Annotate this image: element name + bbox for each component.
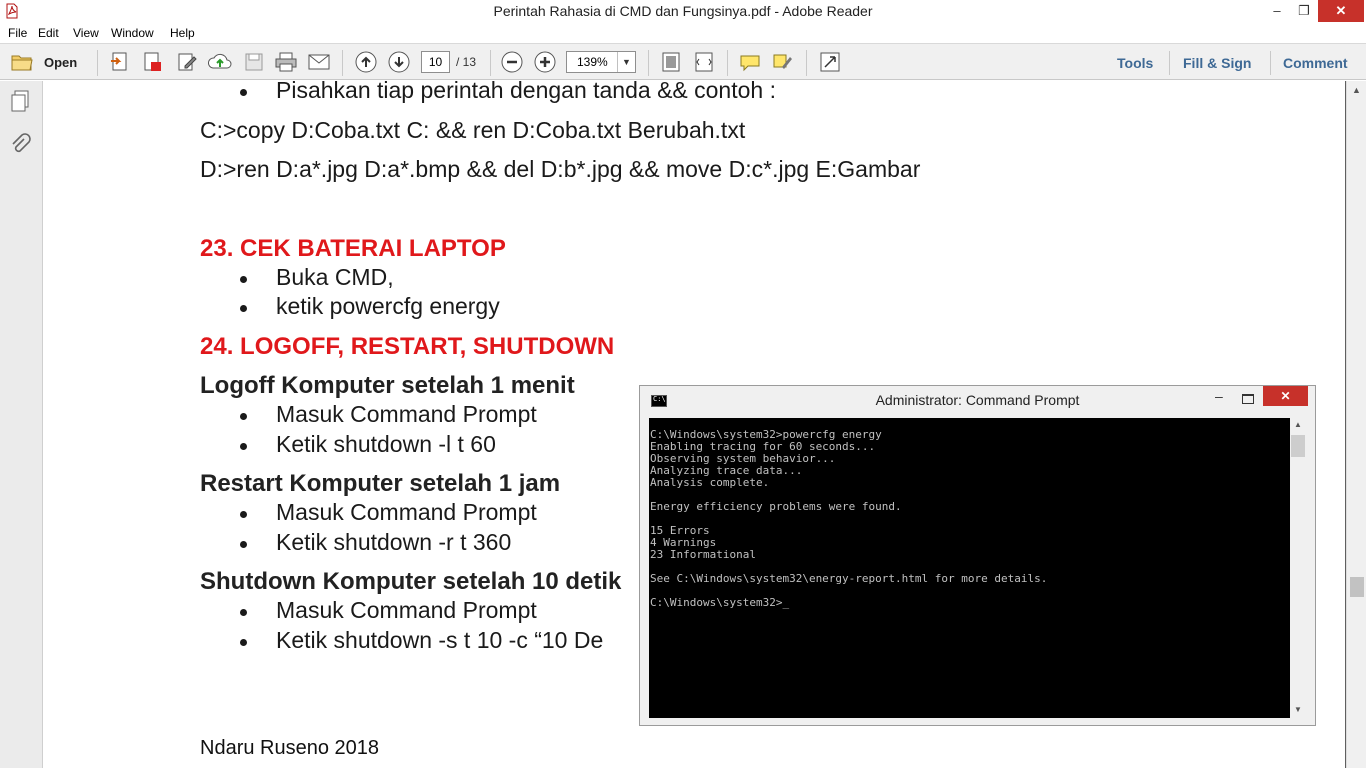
zoom-in-icon[interactable] — [533, 50, 557, 74]
list-item-text: Ketik shutdown -r t 360 — [276, 529, 512, 555]
code-example-2: D:>ren D:a*.jpg D:a*.bmp && del D:b*.jpg… — [200, 156, 921, 182]
cmd-minimize-button[interactable]: – — [1215, 388, 1223, 404]
save-icon[interactable] — [242, 50, 266, 74]
console-output-area[interactable]: C:\Windows\system32>powercfg energy Enab… — [649, 418, 1290, 718]
section-heading-23: 23. CEK BATERAI LAPTOP — [200, 235, 506, 262]
zoom-value: 139% — [577, 55, 608, 69]
logoff-subheading: Logoff Komputer setelah 1 menit — [200, 372, 575, 399]
email-icon[interactable] — [307, 50, 331, 74]
print-icon[interactable] — [274, 50, 298, 74]
open-folder-icon[interactable] — [10, 50, 34, 74]
list-item-text: Masuk Command Prompt — [276, 499, 537, 525]
cmd-maximize-button[interactable] — [1242, 394, 1254, 404]
toolbar-separator — [342, 50, 343, 76]
toolbar-separator — [97, 50, 98, 76]
zoom-out-icon[interactable] — [500, 50, 524, 74]
minimize-button[interactable]: – — [1264, 0, 1290, 22]
convert-pdf-icon[interactable] — [141, 50, 165, 74]
menu-bar: File Edit View Window Help — [0, 23, 1366, 43]
cmd-scrollbar[interactable]: ▲ ▼ — [1290, 418, 1307, 718]
menu-view[interactable]: View — [73, 26, 99, 40]
bullet-dot — [240, 639, 247, 646]
list-item-text: Masuk Command Prompt — [276, 597, 537, 623]
list-item-text: Ketik shutdown -s t 10 -c “10 De — [276, 627, 604, 653]
bullet-dot — [240, 511, 247, 518]
menu-file[interactable]: File — [8, 26, 27, 40]
restore-button[interactable]: ❐ — [1290, 0, 1318, 22]
menu-edit[interactable]: Edit — [38, 26, 59, 40]
toolbar-separator — [1270, 51, 1271, 75]
toolbar-separator — [648, 50, 649, 76]
fit-page-icon[interactable] — [659, 50, 683, 74]
tools-link[interactable]: Tools — [1117, 55, 1153, 71]
attachment-icon[interactable] — [8, 133, 32, 157]
page-down-icon[interactable] — [387, 50, 411, 74]
bullet-dot — [240, 305, 247, 312]
bullet-dot — [240, 89, 247, 96]
upload-icon[interactable] — [208, 50, 232, 74]
page-number-input[interactable]: 10 — [421, 51, 450, 73]
list-item-text: ketik powercfg energy — [276, 293, 500, 319]
toolbar-separator — [490, 50, 491, 76]
code-example-1: C:>copy D:Coba.txt C: && ren D:Coba.txt … — [200, 117, 746, 143]
bullet-dot — [240, 413, 247, 420]
highlight-icon[interactable] — [771, 50, 795, 74]
cmd-scrollbar-thumb[interactable] — [1291, 435, 1305, 457]
cmd-window-title: Administrator: Command Prompt — [875, 392, 1080, 408]
menu-window[interactable]: Window — [111, 26, 154, 40]
create-pdf-icon[interactable] — [108, 50, 132, 74]
scroll-up-arrow[interactable]: ▲ — [1352, 85, 1361, 95]
comment-icon[interactable] — [738, 50, 762, 74]
list-item-text: Ketik shutdown -l t 60 — [276, 431, 496, 457]
open-button[interactable]: Open — [44, 55, 77, 70]
toolbar: Open 10 / 13 139% ▼ Tools Fill & Sign Co… — [0, 43, 1366, 80]
document-footer: Ndaru Ruseno 2018 — [200, 737, 380, 759]
command-prompt-window[interactable]: C:\ Administrator: Command Prompt – ✕ C:… — [639, 385, 1316, 726]
pages-icon[interactable] — [8, 89, 32, 113]
shutdown-subheading: Shutdown Komputer setelah 10 detik — [200, 568, 622, 595]
toolbar-separator — [727, 50, 728, 76]
bullet-dot — [240, 443, 247, 450]
page-up-icon[interactable] — [354, 50, 378, 74]
toolbar-separator — [1169, 51, 1170, 75]
fit-width-icon[interactable] — [692, 50, 716, 74]
scrollbar-thumb[interactable] — [1350, 577, 1364, 597]
toolbar-separator — [806, 50, 807, 76]
fullscreen-icon[interactable] — [818, 50, 842, 74]
fill-sign-link[interactable]: Fill & Sign — [1183, 55, 1251, 71]
window-title: Perintah Rahasia di CMD dan Fungsinya.pd… — [493, 3, 873, 19]
menu-help[interactable]: Help — [170, 26, 195, 40]
section-heading-24: 24. LOGOFF, RESTART, SHUTDOWN — [200, 333, 615, 360]
list-item-text: Masuk Command Prompt — [276, 401, 537, 427]
title-bar: Perintah Rahasia di CMD dan Fungsinya.pd… — [0, 0, 1366, 23]
zoom-select[interactable]: 139% ▼ — [566, 51, 636, 73]
cmd-close-button[interactable]: ✕ — [1263, 386, 1308, 406]
document-scrollbar[interactable]: ▲ — [1346, 81, 1366, 768]
bullet-dot — [240, 541, 247, 548]
comment-link[interactable]: Comment — [1283, 55, 1348, 71]
console-output: C:\Windows\system32>powercfg energy Enab… — [650, 428, 1048, 609]
close-button[interactable]: ✕ — [1318, 0, 1364, 22]
restart-subheading: Restart Komputer setelah 1 jam — [200, 470, 561, 497]
cmd-scroll-up-arrow[interactable]: ▲ — [1294, 420, 1302, 429]
chevron-down-icon[interactable]: ▼ — [617, 52, 635, 72]
bullet-dot — [240, 276, 247, 283]
list-item-text: Pisahkan tiap perintah dengan tanda && c… — [276, 81, 776, 103]
cmd-scroll-down-arrow[interactable]: ▼ — [1294, 705, 1302, 714]
page-total: / 13 — [456, 55, 477, 69]
list-item-text: Buka CMD, — [276, 264, 394, 290]
bullet-dot — [240, 609, 247, 616]
edit-icon[interactable] — [175, 50, 199, 74]
navigation-pane — [0, 81, 43, 768]
